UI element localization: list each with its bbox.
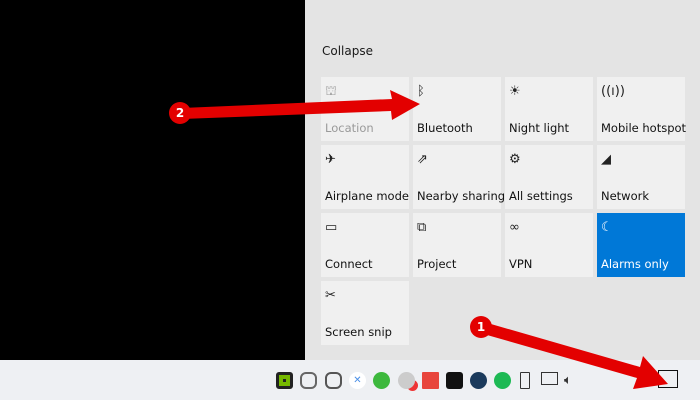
- tile-mobile-hotspot[interactable]: ((ı)) Mobile hotspot: [597, 77, 687, 141]
- nearby-sharing-icon: ⇗: [417, 152, 428, 167]
- notification-app-icon[interactable]: [398, 372, 415, 389]
- tile-label: Airplane mode: [325, 189, 409, 203]
- tile-airplane-mode[interactable]: ✈ Airplane mode: [321, 145, 409, 209]
- bluetooth-icon: ᛒ: [417, 84, 425, 99]
- desktop: [0, 0, 305, 360]
- tile-vpn[interactable]: ∞ VPN: [505, 213, 593, 277]
- action-center-panel: Collapse ⛫ Location ᛒ Bluetooth ☀ Night light…: [305, 0, 700, 360]
- gear-icon: ⚙: [509, 152, 521, 167]
- tile-all-settings[interactable]: ⚙ All settings: [505, 145, 593, 209]
- razer-icon[interactable]: [373, 372, 390, 389]
- action-center-icon[interactable]: [658, 370, 678, 388]
- spotify-icon[interactable]: [494, 372, 511, 389]
- steam-icon[interactable]: [470, 372, 487, 389]
- nvidia-icon[interactable]: [276, 372, 293, 389]
- tile-alarms-only[interactable]: ☾ Alarms only: [597, 213, 685, 277]
- collapse-link[interactable]: Collapse: [322, 44, 373, 58]
- tile-label: Mobile hotspot: [601, 121, 687, 135]
- tile-label: Network: [601, 189, 650, 203]
- usb-icon[interactable]: [520, 372, 530, 389]
- slack-icon[interactable]: [300, 372, 317, 389]
- tile-screen-snip[interactable]: ✂ Screen snip: [321, 281, 409, 345]
- tile-label: Project: [417, 257, 457, 271]
- tile-label: Nearby sharing: [417, 189, 506, 203]
- tile-nearby-sharing[interactable]: ⇗ Nearby sharing: [413, 145, 505, 209]
- tile-label: Alarms only: [601, 257, 669, 271]
- volume-icon[interactable]: 🔈︎: [564, 372, 581, 389]
- vpn-icon: ∞: [509, 220, 520, 235]
- tile-label: Bluetooth: [417, 121, 473, 135]
- connect-icon: ▭: [325, 220, 338, 235]
- network-tray-icon[interactable]: [541, 372, 558, 385]
- app-icon[interactable]: ✕: [349, 372, 366, 389]
- screen-snip-icon: ✂: [325, 288, 336, 303]
- tile-project[interactable]: ⧉ Project: [413, 213, 501, 277]
- night-light-icon: ☀: [509, 84, 521, 99]
- step-badge-2: 2: [169, 102, 191, 124]
- tile-label: Night light: [509, 121, 570, 135]
- tile-label: Connect: [325, 257, 373, 271]
- tile-label: Screen snip: [325, 325, 392, 339]
- tile-label: All settings: [509, 189, 573, 203]
- airplane-icon: ✈: [325, 152, 336, 167]
- project-icon: ⧉: [417, 220, 427, 235]
- location-icon: ⛫: [325, 84, 337, 99]
- hotspot-icon: ((ı)): [601, 84, 625, 99]
- discord-icon[interactable]: [325, 372, 342, 389]
- tile-bluetooth[interactable]: ᛒ Bluetooth: [413, 77, 501, 141]
- tile-network[interactable]: ◢ Network: [597, 145, 685, 209]
- tile-label: Location: [325, 121, 374, 135]
- taskbar: ✕ 🔈︎: [0, 360, 700, 400]
- network-icon: ◢: [601, 152, 611, 167]
- tile-location[interactable]: ⛫ Location: [321, 77, 409, 141]
- tile-label: VPN: [509, 257, 533, 271]
- tile-connect[interactable]: ▭ Connect: [321, 213, 409, 277]
- patreon-icon[interactable]: [422, 372, 439, 389]
- epic-games-icon[interactable]: [446, 372, 463, 389]
- moon-icon: ☾: [601, 220, 613, 235]
- tile-night-light[interactable]: ☀ Night light: [505, 77, 593, 141]
- step-badge-1: 1: [470, 316, 492, 338]
